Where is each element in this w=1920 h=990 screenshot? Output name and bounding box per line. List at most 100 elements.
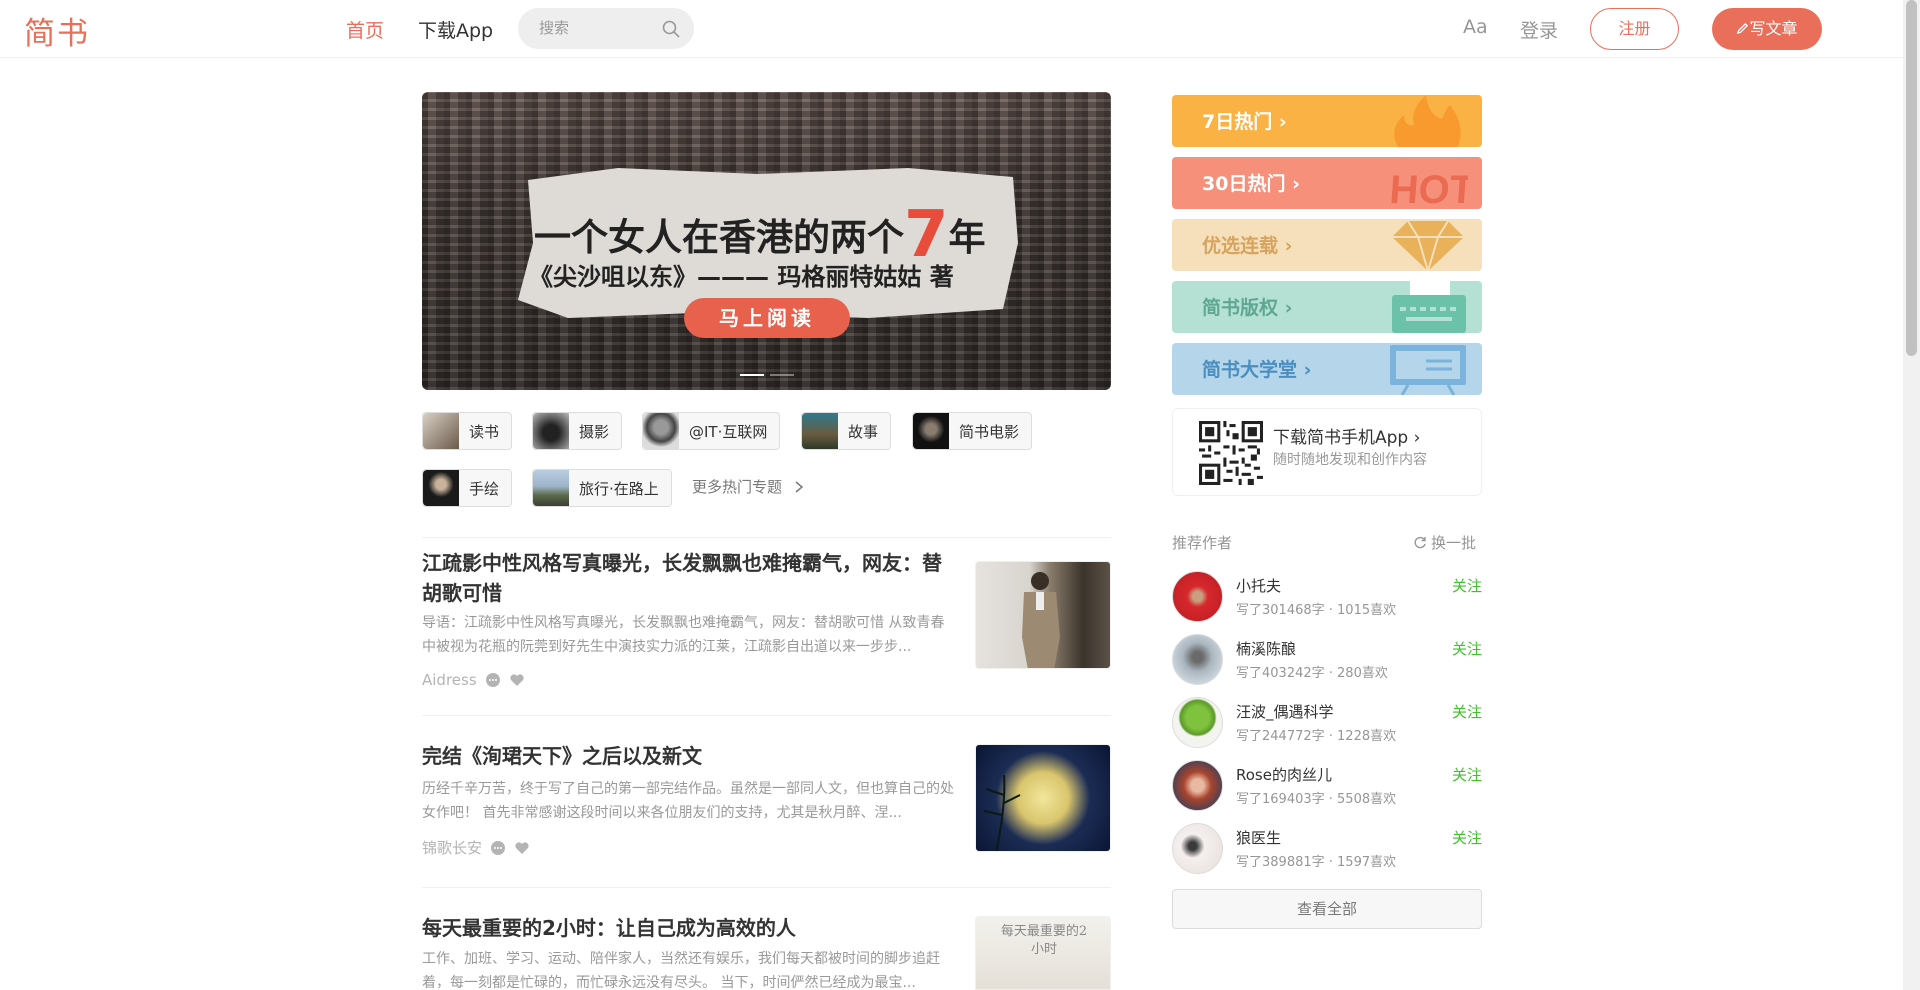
author-name[interactable]: 汪波_偶遇科学: [1236, 701, 1334, 722]
topic-tag[interactable]: @IT·互联网: [642, 412, 781, 450]
author-stats: 写了403242字 · 280喜欢: [1236, 666, 1388, 681]
nav-home-link[interactable]: 首页: [346, 16, 384, 43]
follow-button[interactable]: 关注: [1452, 827, 1482, 848]
chevron-right-icon: [795, 481, 803, 493]
article-abstract: 工作、加班、学习、运动、陪伴家人，当然还有娱乐，我们每天都被时间的脚步追赶着，每…: [422, 951, 940, 990]
view-all-authors-button[interactable]: 查看全部: [1172, 889, 1482, 929]
recommended-author: Rose的肉丝儿 写了169403字 · 5508喜欢 关注: [1172, 760, 1482, 812]
author-name[interactable]: 狼医生: [1236, 827, 1281, 848]
page-scrollbar[interactable]: [1903, 0, 1920, 990]
follow-button[interactable]: 关注: [1452, 575, 1482, 596]
list-divider: [422, 537, 1111, 538]
banner-dot[interactable]: [770, 374, 794, 376]
banner-dot[interactable]: [740, 374, 764, 376]
avatar[interactable]: [1172, 760, 1223, 811]
banner-title-prefix: 一个女人在香港的两个: [534, 216, 904, 259]
banner-carousel[interactable]: 一个女人在香港的两个7年 《尖沙咀以东》——— 玛格丽特姑姑 著 马上阅读: [422, 92, 1111, 390]
typewriter-icon: [1392, 281, 1466, 333]
search-icon[interactable]: [661, 19, 681, 39]
search-input[interactable]: [539, 19, 659, 37]
article-meta: 锦歌长安: [422, 837, 530, 858]
download-app-card[interactable]: 下载简书手机App › 随时随地发现和创作内容: [1172, 408, 1482, 496]
banner-pagination: [740, 374, 794, 376]
nav-download-app-link[interactable]: 下载App: [418, 16, 493, 43]
topic-label: 故事: [848, 422, 879, 441]
more-topics-label: 更多热门专题: [692, 478, 783, 496]
diamond-icon: [1392, 220, 1464, 271]
board-label: 7日热门 ›: [1202, 111, 1287, 133]
topic-thumbnail: [913, 413, 949, 449]
heart-icon[interactable]: [514, 840, 530, 856]
refresh-icon: [1414, 536, 1426, 548]
book-cover-text: 每天最重要的2小时: [1000, 924, 1088, 957]
board-copyright[interactable]: 简书版权 ›: [1172, 281, 1482, 333]
avatar[interactable]: [1172, 823, 1223, 874]
topic-tag[interactable]: 简书电影: [912, 412, 1033, 450]
author-name[interactable]: Rose的肉丝儿: [1236, 764, 1332, 785]
board-serial[interactable]: 优选连载 ›: [1172, 219, 1482, 271]
author-name[interactable]: 楠溪陈酿: [1236, 638, 1296, 659]
article-author[interactable]: 锦歌长安: [422, 837, 482, 858]
site-logo[interactable]: 简书: [24, 8, 90, 53]
font-size-toggle[interactable]: Aa: [1463, 16, 1488, 38]
article-abstract: 历经千辛万苦，终于写了自己的第一部完结作品。虽然是一部同人文，但也算自己的处女作…: [422, 781, 954, 821]
heart-icon[interactable]: [509, 672, 525, 688]
topic-label: 摄影: [579, 422, 610, 441]
topic-tag[interactable]: 故事: [801, 412, 892, 450]
woman-suit-image: [1022, 572, 1060, 668]
more-topics-link[interactable]: 更多热门专题: [692, 476, 805, 497]
article-title[interactable]: 江疏影中性风格写真曝光，长发飘飘也难掩霸气，网友：替胡歌可惜: [422, 548, 952, 608]
comment-icon[interactable]: [485, 672, 501, 688]
recommend-authors-title: 推荐作者: [1172, 534, 1233, 552]
follow-button[interactable]: 关注: [1452, 764, 1482, 785]
login-link[interactable]: 登录: [1520, 16, 1558, 43]
topic-tag[interactable]: 手绘: [422, 469, 513, 507]
article-thumbnail[interactable]: [975, 561, 1111, 669]
scrollbar-thumb[interactable]: [1906, 0, 1917, 356]
download-app-subtitle: 随时随地发现和创作内容: [1273, 452, 1427, 468]
banner-title: 一个女人在香港的两个7年: [534, 192, 986, 272]
follow-button[interactable]: 关注: [1452, 701, 1482, 722]
board-label-text: 7日热门: [1202, 111, 1273, 133]
board-30day-hot[interactable]: 30日热门 › HOT: [1172, 157, 1482, 209]
refresh-authors-label: 换一批: [1431, 534, 1477, 552]
avatar[interactable]: [1172, 634, 1223, 685]
board-label-text: 30日热门: [1202, 173, 1286, 195]
hot-icon: HOT: [1388, 168, 1468, 209]
author-stats: 写了244772字 · 1228喜欢: [1236, 729, 1397, 744]
comment-icon[interactable]: [490, 840, 506, 856]
refresh-authors-button[interactable]: 换一批: [1413, 532, 1476, 553]
write-article-label: 写文章: [1749, 19, 1798, 38]
author-stats: 写了301468字 · 1015喜欢: [1236, 603, 1397, 618]
avatar[interactable]: [1172, 697, 1223, 748]
topic-tag[interactable]: 旅行·在路上: [532, 469, 672, 507]
article-abstract: 导语：江疏影中性风格写真曝光，长发飘飘也难掩霸气，网友：替胡歌可惜 从致青春中被…: [422, 615, 945, 655]
article-author[interactable]: Aidress: [422, 671, 477, 689]
register-button[interactable]: 注册: [1590, 8, 1679, 50]
blackboard-icon: [1390, 345, 1466, 395]
search-box: [518, 8, 694, 49]
banner-title-suffix: 年: [948, 216, 986, 259]
article-thumbnail[interactable]: [975, 744, 1111, 852]
follow-button[interactable]: 关注: [1452, 638, 1482, 659]
topic-thumbnail: [533, 470, 569, 506]
topic-thumbnail: [423, 413, 459, 449]
topic-tag[interactable]: 摄影: [532, 412, 623, 450]
recommended-author: 小托夫 写了301468字 · 1015喜欢 关注: [1172, 571, 1482, 623]
article-meta: Aidress: [422, 671, 525, 689]
board-label: 简书版权 ›: [1202, 297, 1293, 319]
article-title[interactable]: 每天最重要的2小时：让自己成为高效的人: [422, 913, 952, 943]
board-university[interactable]: 简书大学堂 ›: [1172, 343, 1482, 395]
write-article-button[interactable]: 写文章: [1712, 8, 1822, 50]
topic-thumbnail: [533, 413, 569, 449]
banner-read-button[interactable]: 马上阅读: [684, 298, 850, 338]
author-name[interactable]: 小托夫: [1236, 575, 1281, 596]
svg-text:HOT: HOT: [1388, 168, 1468, 209]
board-7day-hot[interactable]: 7日热门 ›: [1172, 95, 1482, 147]
avatar[interactable]: [1172, 571, 1223, 622]
article-title[interactable]: 完结《洵珺天下》之后以及新文: [422, 741, 952, 771]
topic-thumbnail: [423, 470, 459, 506]
topic-tag[interactable]: 读书: [422, 412, 513, 450]
article-thumbnail[interactable]: 每天最重要的2小时: [975, 916, 1111, 990]
download-app-title: 下载简书手机App ›: [1273, 428, 1421, 448]
